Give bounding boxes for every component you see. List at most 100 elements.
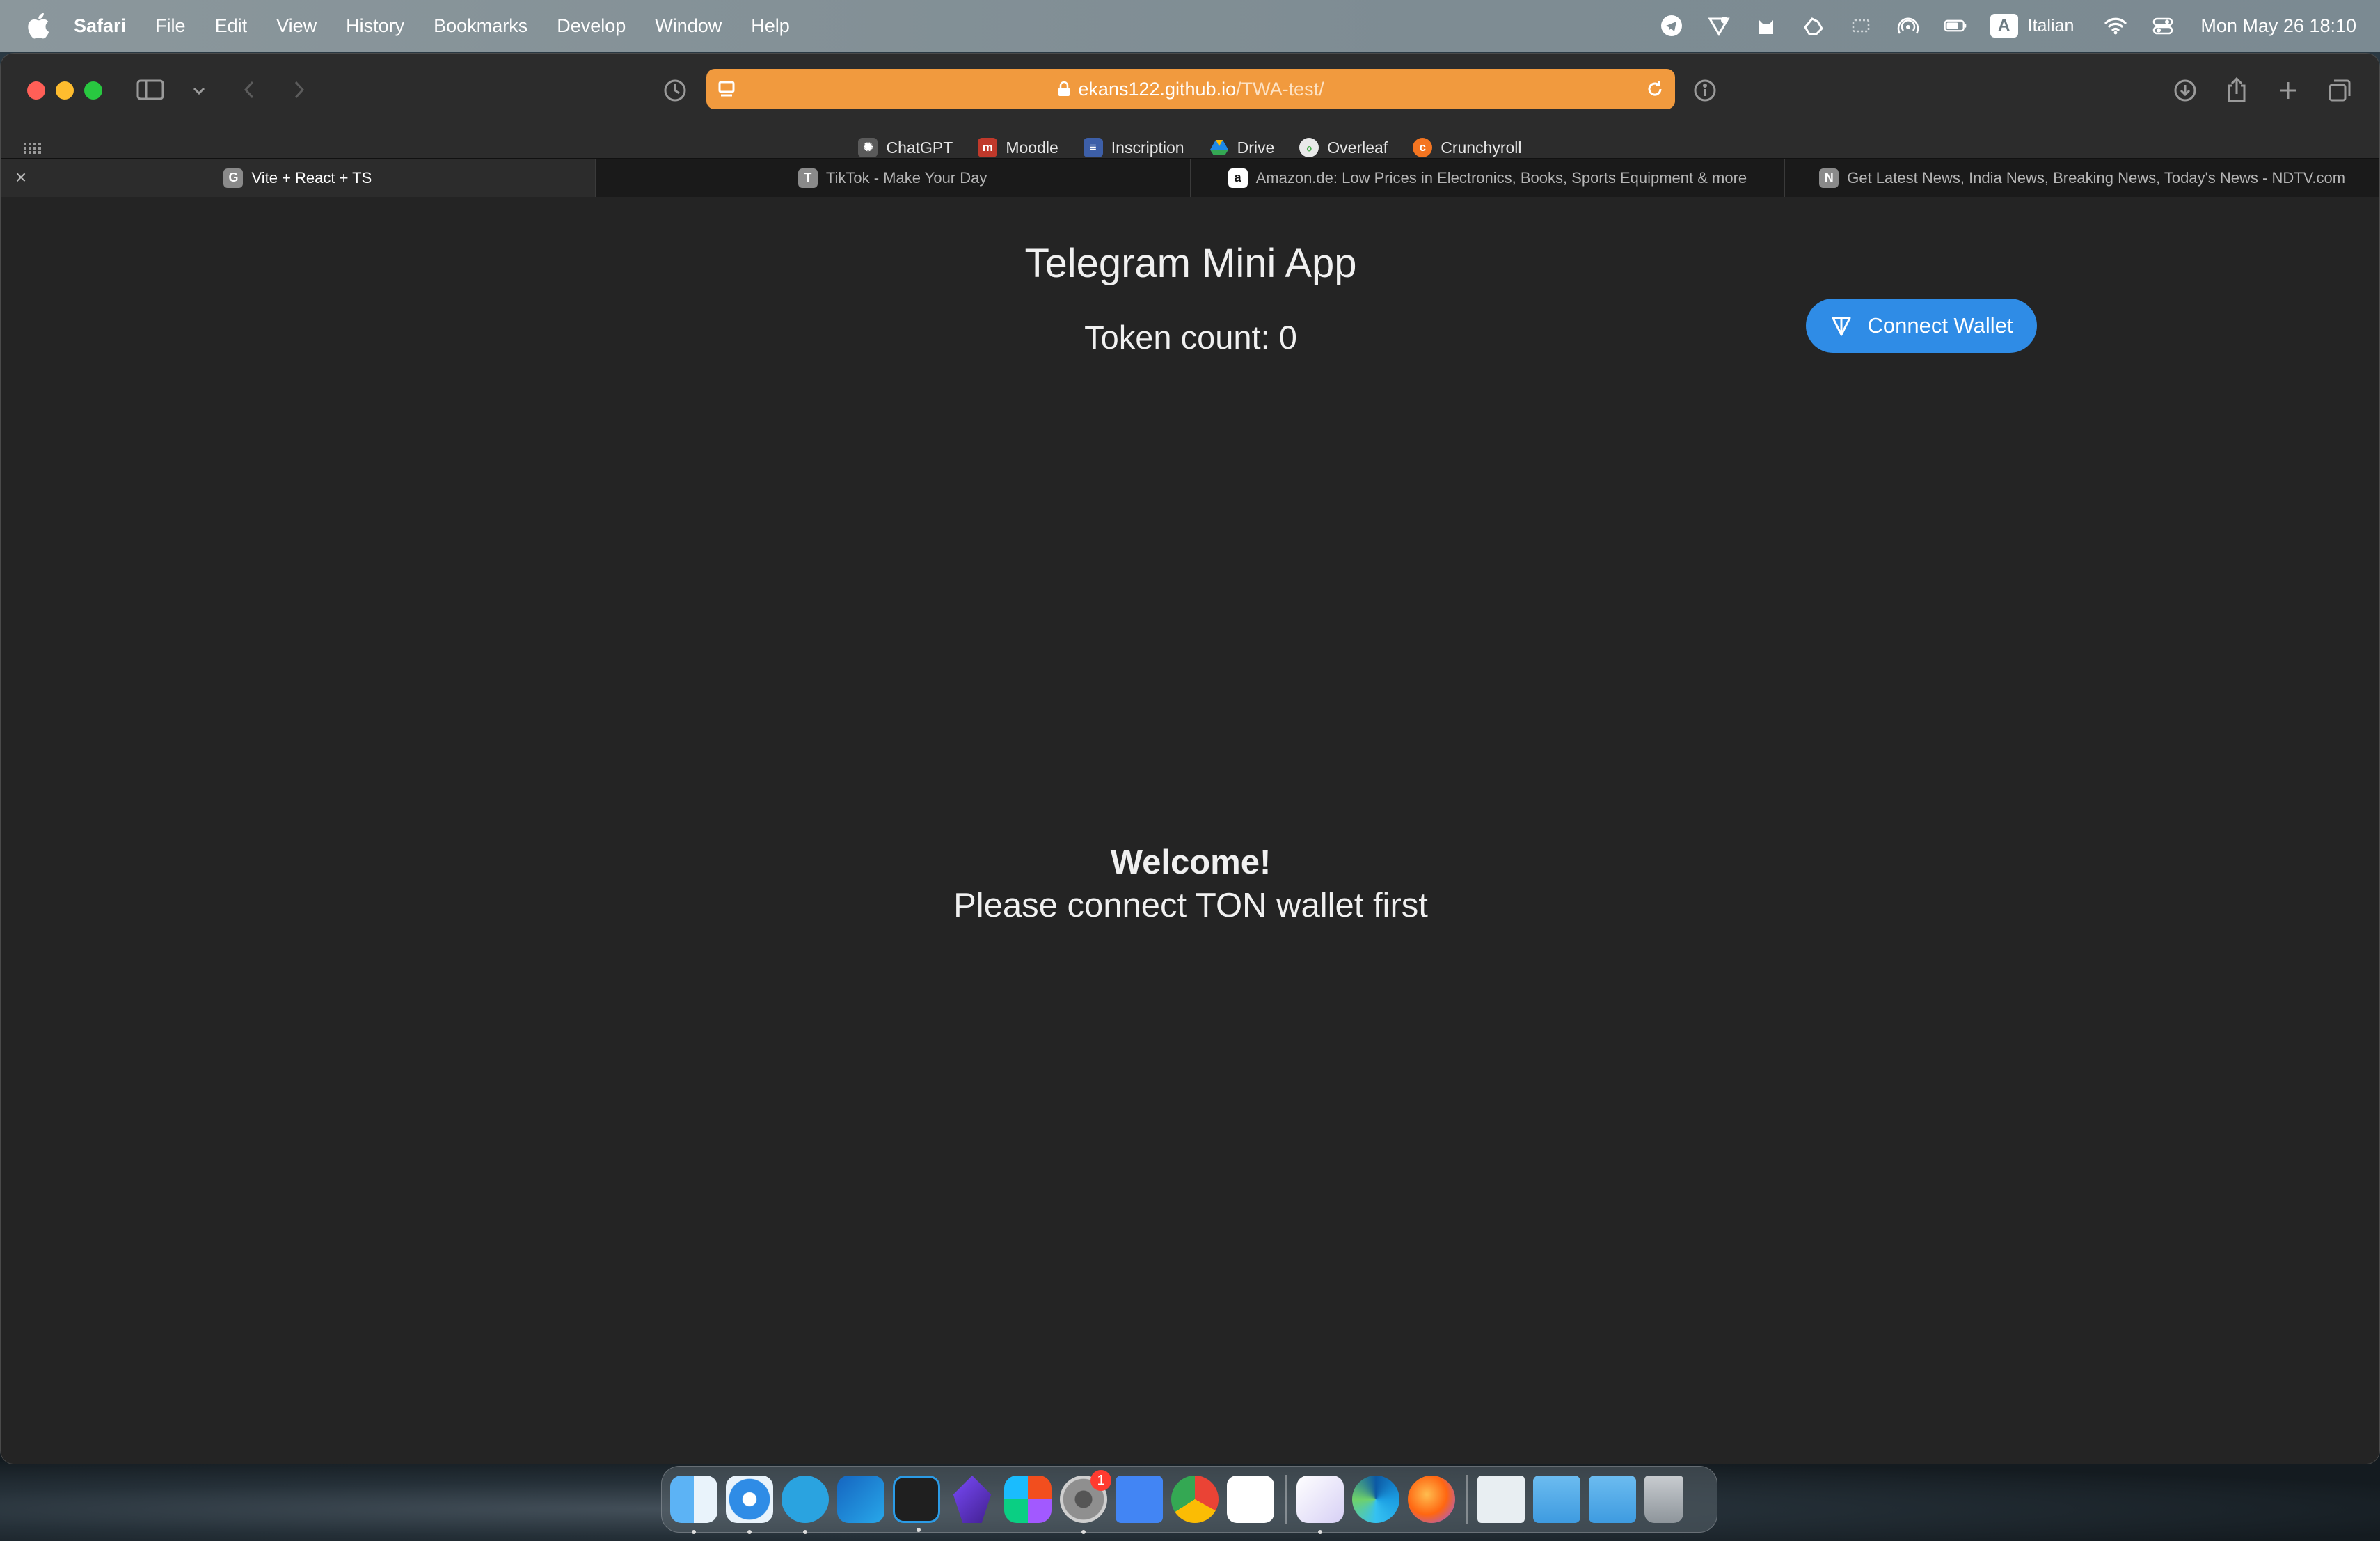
menu-bar: Safari File Edit View History Bookmarks …	[0, 0, 2380, 52]
connect-wallet-button[interactable]: Connect Wallet	[1806, 299, 2037, 353]
tab-label: Get Latest News, India News, Breaking Ne…	[1847, 168, 2346, 187]
documents-folder-icon[interactable]	[1477, 1476, 1525, 1523]
vpn-status-icon[interactable]	[1705, 12, 1733, 40]
outlook-icon[interactable]	[837, 1476, 884, 1523]
favorite-moodle[interactable]: m Moodle	[978, 138, 1058, 157]
apple-icon[interactable]	[26, 13, 50, 39]
menu-file[interactable]: File	[155, 15, 186, 37]
proton-vpn-icon[interactable]	[1296, 1476, 1344, 1534]
address-bar[interactable]: ekans122.github.io/TWA-test/	[706, 69, 1675, 109]
close-window-button[interactable]	[27, 81, 45, 100]
system-settings-icon[interactable]: 1	[1060, 1470, 1111, 1534]
favorite-label: Inscription	[1111, 138, 1184, 157]
connect-wallet-label: Connect Wallet	[1867, 313, 2013, 338]
screen-status-icon[interactable]	[1847, 12, 1875, 40]
reload-icon[interactable]	[1644, 79, 1665, 100]
tab-overview-icon[interactable]	[2325, 76, 2354, 105]
overleaf-icon: ℴ	[1299, 138, 1319, 157]
close-tab-icon[interactable]: ×	[10, 167, 31, 188]
google-docs-icon[interactable]	[1116, 1476, 1163, 1523]
hand-status-icon[interactable]	[1800, 12, 1827, 40]
tab-favicon: G	[223, 168, 244, 188]
dock-separator	[1285, 1475, 1287, 1524]
tab-favicon: N	[1819, 168, 1839, 188]
tab-bar: × G Vite + React + TS T TikTok - Make Yo…	[1, 158, 2379, 197]
moodle-app-icon[interactable]	[1227, 1476, 1274, 1523]
control-center-icon[interactable]	[2149, 12, 2177, 40]
battery-icon[interactable]	[1942, 12, 1969, 40]
safari-icon[interactable]	[726, 1476, 773, 1534]
vscode-icon[interactable]	[893, 1476, 940, 1532]
downloads-icon[interactable]	[2171, 76, 2200, 105]
web-page: Telegram Mini App Token count: 0 Connect…	[1, 197, 2379, 1464]
telegram-status-icon[interactable]	[1658, 12, 1685, 40]
tab-vite-react[interactable]: × G Vite + React + TS	[1, 159, 596, 197]
welcome-message: Please connect TON wallet first	[953, 887, 1428, 924]
forward-button[interactable]	[289, 76, 310, 104]
chevron-down-icon[interactable]	[189, 80, 209, 101]
sidebar-toggle-icon[interactable]	[133, 76, 168, 104]
tab-label: TikTok - Make Your Day	[825, 168, 987, 187]
wifi-icon[interactable]	[2102, 12, 2129, 40]
favorite-crunchyroll[interactable]: c Crunchyroll	[1413, 138, 1522, 157]
menu-edit[interactable]: Edit	[215, 15, 248, 37]
chrome-icon[interactable]	[1171, 1476, 1219, 1523]
cat-status-icon[interactable]	[1752, 12, 1780, 40]
favorite-label: ChatGPT	[886, 138, 953, 157]
telegram-icon[interactable]	[782, 1476, 829, 1534]
inscription-icon: ≡	[1083, 138, 1103, 157]
menubar-clock[interactable]: Mon May 26 18:10	[2200, 15, 2356, 37]
menu-app-name[interactable]: Safari	[74, 15, 126, 37]
tab-amazon[interactable]: a Amazon.de: Low Prices in Electronics, …	[1191, 159, 1786, 197]
edge-icon[interactable]	[1352, 1476, 1399, 1523]
browser-toolbar: ekans122.github.io/TWA-test/	[1, 54, 2379, 126]
finder-icon[interactable]	[670, 1476, 717, 1534]
obsidian-icon[interactable]	[953, 1476, 992, 1523]
folder-icon[interactable]	[1533, 1476, 1580, 1523]
new-tab-icon[interactable]	[2274, 76, 2303, 105]
figma-icon[interactable]	[1004, 1476, 1052, 1523]
chatgpt-icon: ✺	[858, 138, 878, 157]
notification-badge: 1	[1090, 1470, 1111, 1491]
favorite-label: Crunchyroll	[1441, 138, 1522, 157]
dock-separator	[1466, 1475, 1468, 1524]
status-area: A Italian Mon May 26 18:10	[1638, 0, 2356, 52]
reader-view-icon[interactable]	[716, 79, 737, 100]
welcome-heading: Welcome!	[1110, 844, 1271, 881]
lock-icon	[1058, 81, 1070, 96]
back-button[interactable]	[239, 76, 260, 104]
menu-develop[interactable]: Develop	[557, 15, 626, 37]
minimize-window-button[interactable]	[56, 81, 74, 100]
menu-history[interactable]: History	[346, 15, 404, 37]
favorite-inscription[interactable]: ≡ Inscription	[1083, 138, 1184, 157]
favorite-label: Overleaf	[1327, 138, 1388, 157]
zoom-window-button[interactable]	[84, 81, 102, 100]
dock: 1	[661, 1466, 1717, 1534]
tab-tiktok[interactable]: T TikTok - Make Your Day	[596, 159, 1191, 197]
input-language-label[interactable]: Italian	[2028, 16, 2074, 36]
tab-label: Amazon.de: Low Prices in Electronics, Bo…	[1255, 168, 1747, 187]
downloads-folder-icon[interactable]	[1589, 1476, 1636, 1523]
grid-icon[interactable]	[20, 139, 44, 158]
menu-window[interactable]: Window	[655, 15, 722, 37]
menu-bookmarks[interactable]: Bookmarks	[434, 15, 527, 37]
firefox-icon[interactable]	[1408, 1476, 1455, 1523]
favorite-overleaf[interactable]: ℴ Overleaf	[1299, 138, 1388, 157]
share-icon[interactable]	[2222, 74, 2251, 105]
favorite-label: Drive	[1237, 138, 1275, 157]
airdrop-status-icon[interactable]	[1894, 12, 1922, 40]
menu-view[interactable]: View	[276, 15, 317, 37]
history-clock-icon[interactable]	[660, 76, 690, 105]
tab-ndtv[interactable]: N Get Latest News, India News, Breaking …	[1785, 159, 2379, 197]
ton-icon	[1832, 317, 1851, 336]
favorite-drive[interactable]: Drive	[1209, 138, 1275, 157]
favorite-chatgpt[interactable]: ✺ ChatGPT	[858, 138, 953, 157]
menu-help[interactable]: Help	[751, 15, 790, 37]
input-source-icon[interactable]: A	[1990, 14, 2018, 38]
trash-icon[interactable]	[1644, 1476, 1683, 1523]
safari-window: ekans122.github.io/TWA-test/ ✺ ChatGPT m…	[0, 53, 2380, 1464]
moodle-icon: m	[978, 138, 998, 157]
tab-favicon: a	[1228, 168, 1248, 188]
info-icon[interactable]	[1690, 76, 1720, 105]
favorite-label: Moodle	[1006, 138, 1058, 157]
